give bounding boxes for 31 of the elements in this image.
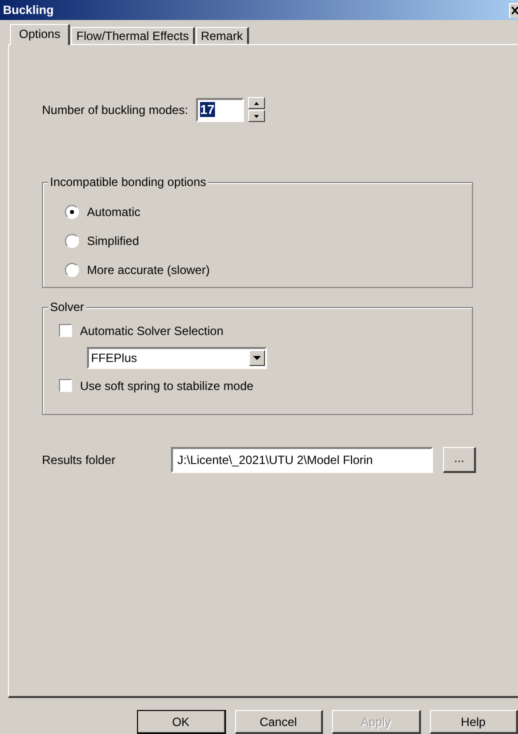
radio-button[interactable]: [65, 234, 79, 248]
group-title: Solver: [48, 300, 86, 314]
radio-button[interactable]: [65, 204, 79, 218]
checkbox[interactable]: [59, 379, 72, 392]
dialog-button[interactable]: OK: [137, 710, 226, 734]
dialog-button[interactable]: Help: [430, 710, 518, 734]
checkbox[interactable]: [59, 324, 72, 337]
spin-up-button[interactable]: [248, 97, 266, 109]
group-title: Incompatible bonding options: [48, 175, 208, 189]
dialog-button[interactable]: Cancel: [234, 710, 323, 734]
radio-label: More accurate (slower): [87, 262, 210, 276]
up-arrow-icon: [254, 102, 260, 104]
spin-down-button[interactable]: [248, 110, 266, 122]
results-folder-label: Results folder: [42, 453, 116, 467]
close-icon[interactable]: [509, 2, 518, 18]
window-title: Buckling: [3, 3, 54, 17]
radio-label: Simplified: [87, 234, 140, 248]
browse-button[interactable]: ...: [443, 447, 476, 473]
modes-field[interactable]: 17: [196, 98, 244, 122]
down-arrow-icon: [254, 114, 260, 118]
caret-icon: [249, 350, 265, 366]
checkbox-label: Use soft spring to stabilize mode: [80, 378, 254, 392]
checkbox-label: Automatic Solver Selection: [80, 324, 224, 338]
modes-label: Number of buckling modes:: [42, 102, 188, 116]
solver-dropdown[interactable]: FFEPlus: [87, 347, 267, 369]
radio-label: Automatic: [87, 204, 140, 218]
radio-button[interactable]: [65, 262, 79, 276]
tab[interactable]: Flow/Thermal Effects: [71, 27, 195, 44]
results-folder-field[interactable]: J:\Licente\_2021\UTU 2\Model Florin: [171, 447, 434, 473]
tab[interactable]: Remark: [196, 27, 249, 44]
tab[interactable]: Options: [10, 24, 70, 45]
